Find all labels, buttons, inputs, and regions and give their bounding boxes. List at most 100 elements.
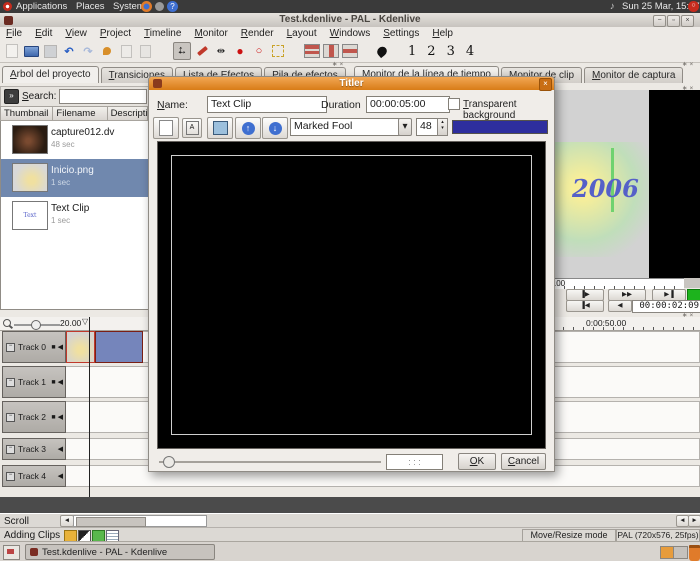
audio-track-icon[interactable]: ◀ (58, 343, 63, 351)
timeline-clip-blue[interactable] (95, 331, 143, 363)
font-combo[interactable]: Marked Fool (290, 118, 404, 136)
tab-monitor-de-captura[interactable]: Monitor de captura (584, 67, 683, 83)
rectangle-tool-button[interactable] (207, 117, 233, 139)
power-icon[interactable]: ○ (688, 1, 699, 12)
scrollbar-left-arrow[interactable]: ◄ (60, 515, 74, 527)
record-icon[interactable]: ● (232, 43, 248, 59)
scrollbar-right-right-arrow[interactable]: ► (688, 515, 700, 527)
collapse-track-icon[interactable]: − (6, 378, 15, 387)
redo-icon[interactable]: ↷ (80, 43, 96, 59)
maximize-button[interactable]: ▫ (667, 15, 680, 27)
audio-track-icon[interactable]: ◀ (58, 472, 63, 480)
menu-layout[interactable]: Layout (287, 28, 317, 39)
workspace-4-button[interactable]: 4 (466, 44, 474, 59)
dialog-close-icon[interactable]: × (539, 78, 552, 91)
play-backward-button[interactable]: ◀ (608, 300, 632, 312)
video-track-icon[interactable]: ■ (51, 379, 55, 386)
update-icon[interactable] (155, 2, 164, 11)
timeline-clip-image[interactable] (66, 331, 95, 363)
new-text-tool-button[interactable] (153, 117, 179, 139)
audio-track-icon[interactable]: ◀ (58, 378, 63, 386)
spacer-tool-icon[interactable]: ⇹ (213, 43, 229, 59)
dialog-timecode-field[interactable]: : : : (386, 454, 443, 470)
window-titlebar[interactable]: Test.kdenlive - PAL - Kdenlive − ▫ × (0, 13, 700, 28)
ok-button[interactable]: OK (458, 453, 496, 470)
layout-view1-icon[interactable] (304, 43, 320, 59)
dialog-titlebar[interactable]: Titler × (149, 77, 554, 90)
workspace-3-button[interactable]: 3 (447, 44, 455, 59)
spinner-arrows-icon[interactable]: ▴▾ (437, 118, 448, 136)
menu-render[interactable]: Render (241, 28, 274, 39)
menu-project[interactable]: Project (100, 28, 131, 39)
duration-input[interactable]: 00:00:05:00 (366, 96, 450, 113)
audio-track-icon[interactable]: ◀ (58, 445, 63, 453)
menu-settings[interactable]: Settings (383, 28, 419, 39)
menu-file[interactable]: File (6, 28, 22, 39)
collapse-track-icon[interactable]: − (6, 413, 15, 422)
distro-logo-icon[interactable] (3, 2, 12, 11)
new-document-icon[interactable] (4, 43, 20, 59)
playhead-marker-icon[interactable]: ▽ (82, 317, 88, 326)
show-desktop-button[interactable] (3, 545, 20, 560)
track-header-2[interactable]: − Track 2 ■ ◀ (2, 401, 66, 433)
timeline-playhead-line[interactable] (89, 317, 90, 497)
trash-icon[interactable] (689, 545, 700, 561)
move-tool-icon[interactable]: ↔↕ (173, 42, 191, 60)
collapse-track-icon[interactable]: − (6, 343, 15, 352)
font-combo-arrow-icon[interactable]: ▾ (398, 118, 412, 136)
close-button[interactable]: × (681, 15, 694, 27)
track-header-3[interactable]: − Track 3 ◀ (2, 438, 66, 460)
menu-places[interactable]: Places (76, 0, 105, 13)
horn-marker-icon[interactable] (374, 43, 390, 59)
workspace-switcher-other[interactable] (673, 546, 688, 559)
audio-track-icon[interactable]: ◀ (58, 413, 63, 421)
stop-icon[interactable]: ○ (251, 43, 267, 59)
dialog-slider-track[interactable] (159, 461, 381, 463)
collapse-track-icon[interactable]: − (6, 472, 15, 481)
search-input[interactable] (59, 89, 147, 104)
firefox-icon[interactable] (141, 1, 152, 12)
paste-icon[interactable] (137, 43, 153, 59)
dialog-slider-handle[interactable] (163, 456, 175, 468)
help-icon[interactable]: ? (167, 1, 178, 12)
menu-applications[interactable]: Applications (16, 0, 67, 13)
volume-icon[interactable]: ♪ (610, 0, 615, 13)
menu-system[interactable]: System (113, 0, 145, 13)
raise-object-button[interactable]: ↑ (235, 117, 261, 139)
go-to-start-button[interactable]: ▐◀ (566, 300, 604, 312)
razor-tool-icon[interactable] (194, 43, 210, 59)
lower-object-button[interactable]: ↓ (262, 117, 288, 139)
timeline-hscrollbar[interactable] (73, 515, 207, 527)
layout-view3-icon[interactable] (342, 43, 358, 59)
list-item[interactable]: Inicio.png 1 sec (1, 159, 148, 197)
save-icon[interactable] (42, 43, 58, 59)
text-color-swatch[interactable] (452, 120, 548, 134)
video-track-icon[interactable]: ■ (51, 344, 55, 351)
menu-monitor[interactable]: Monitor (194, 28, 227, 39)
search-options-icon[interactable]: » (4, 89, 19, 104)
title-canvas[interactable] (157, 141, 546, 449)
transparent-checkbox[interactable] (448, 98, 460, 110)
copy-icon[interactable] (118, 43, 134, 59)
menu-edit[interactable]: Edit (35, 28, 52, 39)
paste-special-icon[interactable] (99, 43, 115, 59)
track-header-1[interactable]: − Track 1 ■ ◀ (2, 366, 66, 398)
undo-icon[interactable]: ↶ (61, 43, 77, 59)
menu-timeline[interactable]: Timeline (144, 28, 181, 39)
menu-help[interactable]: Help (432, 28, 453, 39)
name-input[interactable]: Text Clip (207, 96, 327, 113)
workspace-1-button[interactable]: 1 (408, 44, 416, 59)
column-filename[interactable]: Filename (53, 106, 107, 121)
column-description[interactable]: Description (108, 106, 148, 121)
selection-zone-icon[interactable] (270, 43, 286, 59)
taskbar-task-button[interactable]: Test.kdenlive - PAL - Kdenlive (25, 544, 215, 560)
tab-arbol-del-proyecto[interactable]: Arbol del proyecto (2, 66, 99, 83)
open-project-icon[interactable] (23, 43, 39, 59)
menu-windows[interactable]: Windows (330, 28, 371, 39)
track-header-0[interactable]: − Track 0 ■ ◀ (2, 331, 66, 363)
list-item[interactable]: capture012.dv 48 sec (1, 121, 148, 159)
list-item[interactable]: Text Text Clip 1 sec (1, 197, 148, 235)
minimize-button[interactable]: − (653, 15, 666, 27)
video-track-icon[interactable]: ■ (51, 414, 55, 421)
layout-view2-icon[interactable] (323, 43, 339, 59)
